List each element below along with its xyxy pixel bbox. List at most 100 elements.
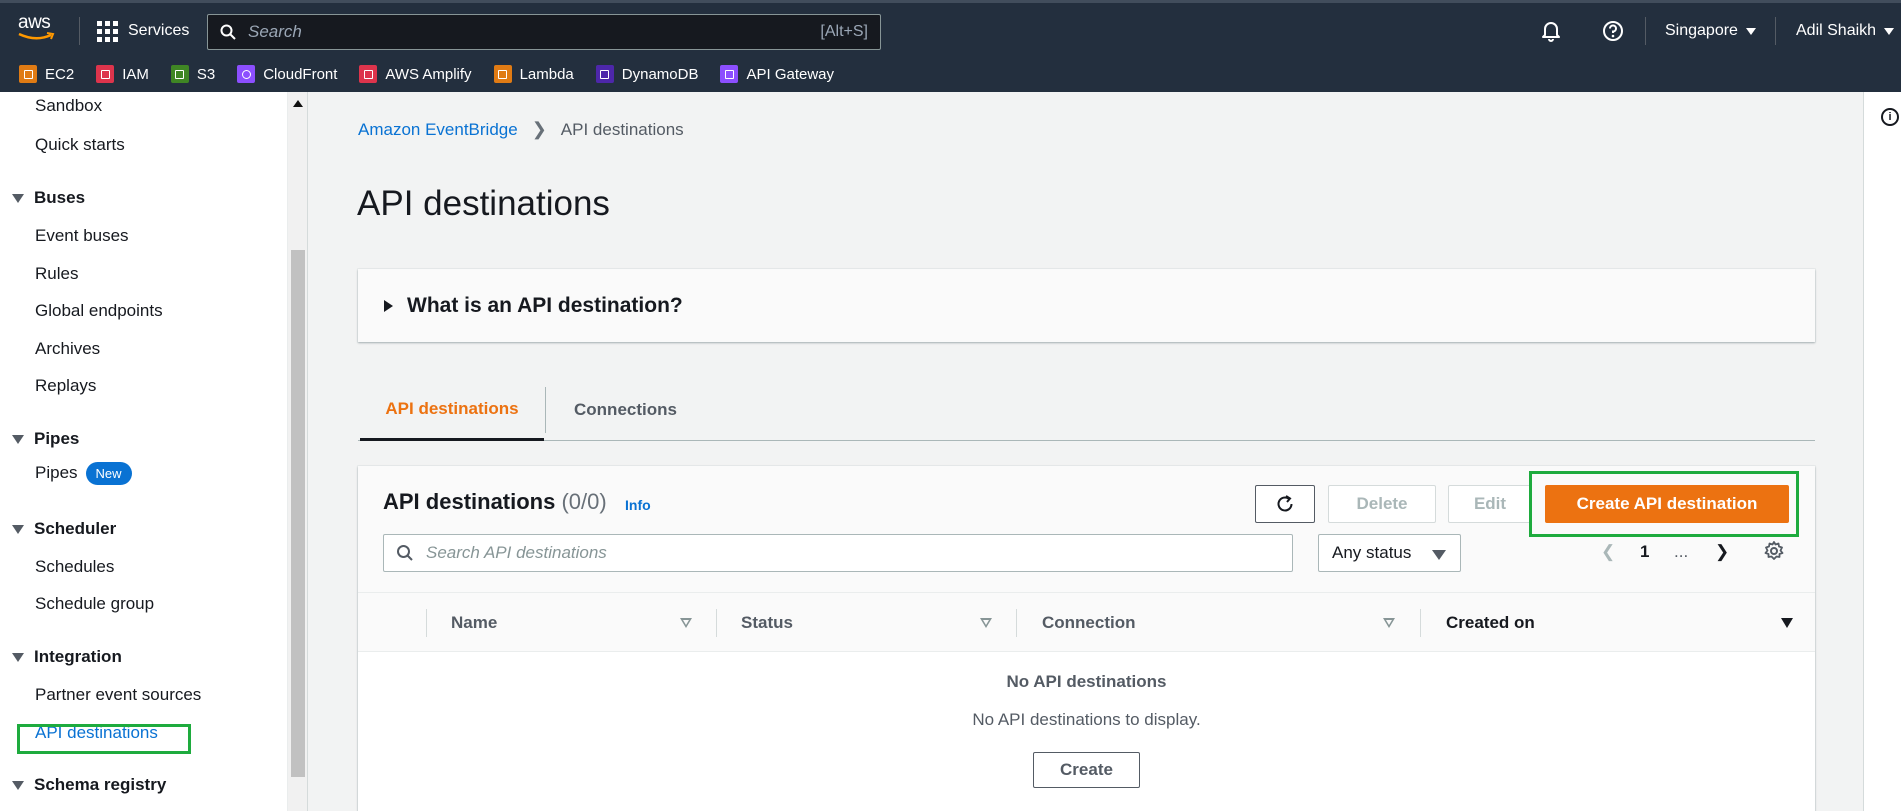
sidebar-section-pipes[interactable]: Pipes	[12, 429, 79, 449]
scroll-up-icon[interactable]	[293, 100, 303, 107]
empty-state-title: No API destinations	[1006, 672, 1167, 691]
column-header-name[interactable]: Name	[451, 593, 497, 653]
caret-down-icon	[12, 193, 24, 203]
column-separator	[1016, 609, 1017, 637]
prev-page-button[interactable]: ❮	[1601, 542, 1615, 562]
services-menu-button[interactable]: Services	[97, 18, 189, 44]
sidebar-item-quick-starts[interactable]: Quick starts	[35, 135, 125, 155]
scrollbar-thumb[interactable]	[291, 250, 305, 777]
breadcrumb: Amazon EventBridge ❯ API destinations	[358, 119, 684, 140]
aws-logo[interactable]: aws	[18, 13, 58, 47]
section-title: Pipes	[34, 429, 80, 448]
s3-icon	[170, 65, 189, 83]
favorites-bar: EC2 IAM S3 CloudFront AWS Amplify Lambda…	[0, 56, 1901, 92]
table-title: API destinations (0/0)	[383, 489, 607, 515]
sidebar-item-sandbox[interactable]: Sandbox	[35, 96, 102, 116]
sort-icon[interactable]	[1383, 618, 1395, 628]
caret-right-icon	[384, 299, 393, 312]
dynamodb-icon	[595, 65, 614, 83]
search-icon	[220, 24, 236, 40]
sidebar-item-rules[interactable]: Rules	[35, 264, 78, 284]
breadcrumb-eventbridge[interactable]: Amazon EventBridge	[358, 120, 518, 140]
table-search-input[interactable]	[426, 543, 1292, 563]
favorite-label: AWS Amplify	[385, 65, 472, 83]
edit-button[interactable]: Edit	[1448, 485, 1532, 523]
sidebar-item-schedules[interactable]: Schedules	[35, 557, 114, 577]
nav-separator	[1775, 17, 1776, 45]
status-filter-select[interactable]: Any status	[1318, 534, 1461, 572]
info-link[interactable]: Info	[625, 497, 651, 513]
page-number[interactable]: 1	[1640, 542, 1649, 562]
aws-smile-icon	[18, 32, 55, 40]
favorite-dynamodb[interactable]: DynamoDB	[595, 65, 698, 83]
sidebar-item-global-endpoints[interactable]: Global endpoints	[35, 301, 163, 321]
column-separator	[426, 609, 427, 637]
global-search-input[interactable]	[248, 22, 821, 42]
favorite-label: API Gateway	[746, 65, 835, 83]
info-icon[interactable]: i	[1881, 108, 1899, 126]
favorite-api-gateway[interactable]: API Gateway	[720, 65, 834, 83]
sidebar-section-buses[interactable]: Buses	[12, 188, 85, 208]
create-button[interactable]: Create	[1033, 752, 1140, 788]
tab-api-destinations[interactable]: API destinations	[360, 379, 544, 441]
sidebar-section-scheduler[interactable]: Scheduler	[12, 519, 116, 539]
delete-button[interactable]: Delete	[1328, 485, 1436, 523]
search-icon	[397, 545, 413, 561]
breadcrumb-current: API destinations	[560, 119, 684, 139]
empty-state-message: No API destinations to display.	[972, 710, 1201, 729]
sidebar-section-schema-registry[interactable]: Schema registry	[12, 775, 166, 795]
sidebar-item-event-buses[interactable]: Event buses	[35, 226, 129, 246]
sidebar-section-integration[interactable]: Integration	[12, 647, 122, 667]
refresh-icon	[1277, 495, 1293, 512]
favorite-label: Lambda	[519, 65, 574, 83]
sort-icon[interactable]	[680, 618, 692, 628]
table-search[interactable]	[383, 534, 1293, 572]
sidebar-item-replays[interactable]: Replays	[35, 376, 96, 396]
lambda-icon	[493, 65, 512, 83]
column-header-connection[interactable]: Connection	[1042, 593, 1136, 653]
notifications-button[interactable]	[1540, 3, 1562, 59]
side-navigation: Sandbox Quick starts Buses Event buses R…	[0, 92, 288, 811]
favorite-s3[interactable]: S3	[170, 65, 215, 83]
info-expander[interactable]: What is an API destination?	[358, 269, 1815, 342]
sidebar-item-pipes[interactable]: Pipes New	[35, 462, 132, 485]
services-label: Services	[128, 22, 190, 39]
sort-descending-icon[interactable]	[1781, 618, 1793, 628]
global-search-bar[interactable]: [Alt+S]	[207, 14, 881, 50]
iam-icon	[96, 65, 115, 83]
refresh-button[interactable]	[1255, 485, 1315, 523]
favorite-ec2[interactable]: EC2	[19, 65, 74, 83]
favorite-iam[interactable]: IAM	[96, 65, 149, 83]
favorite-cloudfront[interactable]: CloudFront	[237, 65, 337, 83]
sidebar-item-archives[interactable]: Archives	[35, 339, 100, 359]
sidebar-scrollbar[interactable]	[288, 92, 308, 811]
favorite-amplify[interactable]: AWS Amplify	[359, 65, 472, 83]
tab-connections[interactable]: Connections	[545, 387, 705, 433]
sidebar-item-schedule-group[interactable]: Schedule group	[35, 594, 154, 614]
caret-down-icon	[12, 780, 24, 790]
section-title: Scheduler	[34, 519, 117, 538]
column-header-status[interactable]: Status	[741, 593, 793, 653]
sidebar-item-partner-event-sources[interactable]: Partner event sources	[35, 685, 201, 705]
tools-panel-rail	[1863, 92, 1901, 811]
help-button[interactable]	[1602, 3, 1624, 59]
table-header-row: Name Status Connection Created on	[358, 592, 1815, 652]
ec2-icon	[19, 65, 37, 83]
status-filter-value: Any status	[1332, 543, 1412, 562]
favorite-label: CloudFront	[263, 65, 338, 83]
sort-icon[interactable]	[980, 618, 992, 628]
account-menu[interactable]: Adil Shaikh	[1796, 3, 1895, 59]
table-count: (0/0)	[561, 489, 607, 514]
favorite-lambda[interactable]: Lambda	[493, 65, 574, 83]
next-page-button[interactable]: ❯	[1715, 542, 1729, 562]
region-label: Singapore	[1665, 22, 1738, 39]
highlight-box	[1529, 471, 1799, 537]
page-ellipsis: ...	[1674, 542, 1689, 561]
caret-down-icon	[12, 524, 24, 534]
search-shortcut-hint: [Alt+S]	[820, 23, 868, 40]
chevron-down-icon	[1745, 27, 1756, 35]
gear-icon[interactable]	[1763, 540, 1785, 562]
column-header-created-on[interactable]: Created on	[1446, 593, 1535, 653]
region-selector[interactable]: Singapore	[1665, 3, 1756, 59]
cloudfront-icon	[237, 65, 256, 83]
